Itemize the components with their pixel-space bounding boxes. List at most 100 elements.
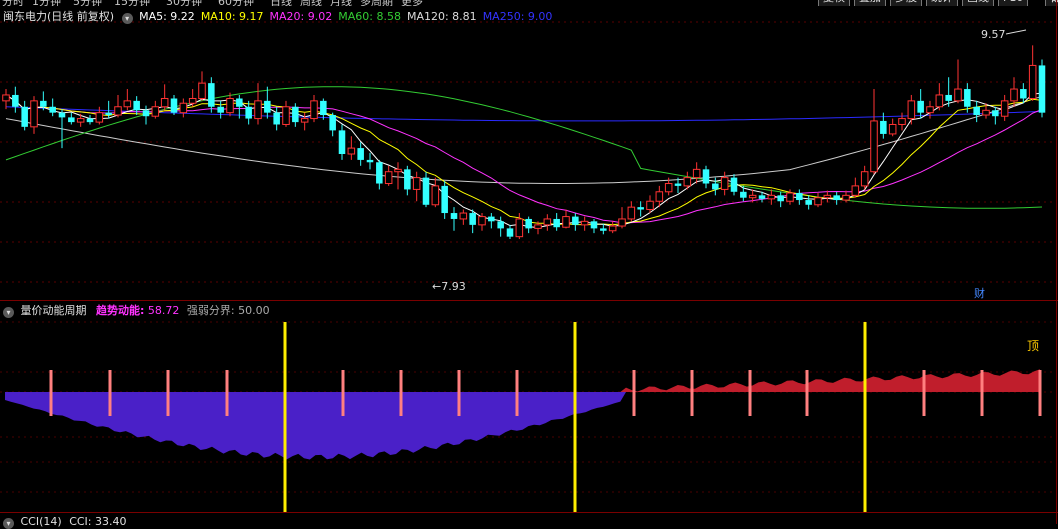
- candle-body: [712, 183, 719, 190]
- candle-body: [935, 94, 944, 108]
- candle-body: [357, 148, 364, 160]
- candle-body: [459, 212, 468, 220]
- candle-body: [833, 195, 840, 201]
- stock-title: 闽东电力(日线 前复权): [3, 10, 115, 23]
- candle-body: [720, 177, 729, 190]
- candle-body: [506, 228, 514, 237]
- candle-body: [880, 120, 887, 134]
- candle-body: [310, 100, 318, 120]
- ma-legend-item-4: MA120: 8.81: [406, 10, 477, 23]
- boundary-value: 50.00: [238, 304, 270, 317]
- candle-body: [329, 115, 336, 131]
- candle-body: [30, 100, 38, 128]
- candle-body: [627, 206, 636, 220]
- candle-body: [572, 216, 579, 225]
- ma20-line: [5, 94, 1043, 224]
- candle-body: [105, 112, 112, 116]
- candle-body: [796, 192, 803, 201]
- candle-body: [608, 225, 617, 232]
- candle-body: [404, 169, 411, 190]
- cci-label: CCI(14): [20, 515, 62, 528]
- candle-body: [907, 100, 916, 120]
- candle-body: [1010, 88, 1018, 102]
- candle-body: [179, 102, 188, 114]
- candle-body: [198, 82, 206, 99]
- candle-body: [497, 221, 504, 229]
- main-panel-header: 闽东电力(日线 前复权) ▾ MA5: 9.22 MA10: 9.17 MA20: …: [3, 10, 558, 24]
- candle-body: [123, 100, 132, 108]
- candle-body: [49, 106, 56, 113]
- finance-badge[interactable]: 财: [974, 287, 985, 301]
- candle-body: [245, 106, 252, 119]
- candle-body: [992, 110, 999, 117]
- candle-body: [562, 216, 570, 228]
- candle-body: [534, 224, 542, 229]
- candle-body: [543, 218, 552, 226]
- candle-body: [376, 162, 383, 184]
- candle-body: [664, 183, 673, 193]
- candle-body: [515, 218, 524, 238]
- candle-body: [683, 177, 692, 187]
- candle-body: [888, 123, 897, 135]
- candle-body: [95, 112, 104, 123]
- sub-panel-title: 量价动能周期: [20, 304, 87, 317]
- candle-body: [394, 168, 402, 173]
- candle-body: [945, 94, 952, 101]
- candle-body: [740, 191, 747, 198]
- candle-body: [40, 100, 47, 107]
- candle-body: [823, 194, 832, 199]
- candle-body: [300, 118, 309, 123]
- settings-circle-icon[interactable]: ▾: [121, 13, 133, 24]
- candle-body: [226, 97, 234, 114]
- ma120-line: [5, 95, 1043, 184]
- panel-divider-bottom: [0, 512, 1058, 513]
- collapse-circle-icon[interactable]: ▾: [3, 307, 14, 318]
- candle-body: [1028, 64, 1037, 99]
- candle-body: [758, 195, 766, 199]
- candle-body: [973, 106, 980, 116]
- candle-body: [786, 192, 794, 202]
- ma-legend-item-3: MA60: 8.58: [338, 10, 401, 23]
- candle-body: [170, 98, 178, 113]
- candle-body: [450, 213, 458, 219]
- candle-body: [208, 83, 215, 107]
- low-price-label: ←7.93: [432, 280, 466, 293]
- candle-body: [674, 183, 682, 186]
- top-marker: 顶: [1027, 339, 1040, 353]
- candle-body: [860, 171, 869, 187]
- panel-divider: [0, 300, 1058, 301]
- candle-body: [618, 218, 626, 227]
- candle-body: [580, 220, 589, 226]
- candle-body: [366, 159, 374, 163]
- candle-body: [964, 89, 971, 107]
- candle-body: [422, 177, 430, 205]
- candle-body: [488, 216, 495, 222]
- candle-body: [692, 168, 701, 179]
- candle-body: [1020, 89, 1027, 99]
- candle-body: [21, 106, 28, 127]
- trend-label: 趋势动能:: [96, 304, 145, 317]
- candle-body: [282, 106, 290, 125]
- candle-body: [133, 100, 140, 111]
- candle-body: [236, 98, 243, 107]
- candle-body: [478, 216, 486, 226]
- positive-momentum-area: [5, 369, 1040, 392]
- candle-body: [655, 191, 664, 202]
- candle-body: [590, 221, 598, 229]
- candle-body: [12, 94, 19, 107]
- candle-body: [805, 200, 812, 205]
- sub-panel-header: ▾ 量价动能周期 趋势动能: 58.72 强弱分界: 50.00: [3, 304, 270, 318]
- candle-body: [292, 106, 299, 123]
- candle-body: [320, 100, 327, 116]
- candle-body: [748, 194, 757, 199]
- high-arrow: [1005, 29, 1027, 35]
- candle-body: [58, 112, 66, 118]
- candle-body: [68, 117, 75, 123]
- candle-body: [2, 94, 10, 102]
- candle-body: [412, 177, 421, 190]
- candle-body: [702, 169, 710, 184]
- cci-value: CCI: 33.40: [69, 515, 127, 528]
- candle-body: [469, 213, 476, 225]
- cci-header: ▾ CCI(14) CCI: 33.40: [3, 515, 127, 529]
- candle-body: [926, 106, 934, 114]
